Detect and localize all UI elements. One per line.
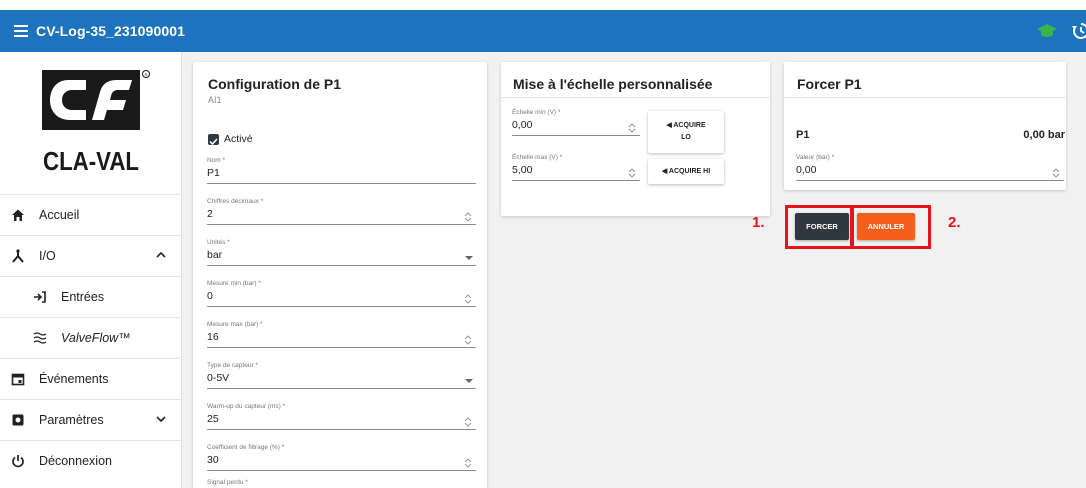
spinner-icon[interactable] <box>464 212 472 222</box>
field-label: Mesure min (bar) * <box>207 280 261 287</box>
spinner-icon[interactable] <box>628 168 636 178</box>
field-label: Échelle max (V) * <box>512 154 563 161</box>
waves-icon <box>33 332 47 344</box>
signal-lost-field[interactable]: Signal perdu * <box>207 479 476 488</box>
field-value: 0,00 <box>512 119 533 131</box>
sidebar-item-label: I/O <box>39 249 56 263</box>
sidebar-item-entrees[interactable]: Entrées <box>0 276 182 317</box>
field-value: P1 <box>207 167 220 179</box>
field-label: Nom * <box>207 157 226 164</box>
sidebar-item-io[interactable]: I/O <box>0 235 182 276</box>
annotation-label-1: 1. <box>752 214 765 231</box>
graduation-cap-icon[interactable] <box>1036 23 1058 39</box>
sidebar-item-label: Événements <box>39 372 109 386</box>
field-label: Coefficient de filtrage (%) * <box>207 444 285 451</box>
acquire-hi-label: ◀ ACQUIRE HI <box>661 167 711 175</box>
history-icon[interactable] <box>1072 22 1086 40</box>
sidebar-item-parametres[interactable]: Paramètres <box>0 399 182 440</box>
spinner-icon[interactable] <box>464 294 472 304</box>
annotation-box-1 <box>785 205 853 249</box>
field-label: Signal perdu * <box>207 479 248 486</box>
field-label: Chiffres décimaux * <box>207 198 264 205</box>
acquire-lo-button[interactable]: ◀ ACQUIRE LO <box>648 111 724 153</box>
annotation-label-2: 2. <box>948 214 961 231</box>
force-value-field[interactable]: Valeur (bar) * 0,00 <box>796 154 1064 181</box>
filter-coefficient-field[interactable]: Coefficient de filtrage (%) * 30 <box>207 444 476 471</box>
force-title: Forcer P1 <box>797 76 862 92</box>
svg-text:R: R <box>145 72 148 77</box>
field-label: Unités * <box>207 239 230 246</box>
warmup-field[interactable]: Warm-up du capteur (ms) * 25 <box>207 403 476 430</box>
decimals-field[interactable]: Chiffres décimaux * 2 <box>207 198 476 225</box>
sidebar-item-deconnexion[interactable]: Déconnexion <box>0 440 182 481</box>
chevron-down-icon[interactable] <box>156 414 166 424</box>
field-label: Warm-up du capteur (ms) * <box>207 403 286 410</box>
scaling-title: Mise à l'échelle personnalisée <box>513 76 713 92</box>
power-icon <box>12 455 24 468</box>
sidebar-item-valveflow[interactable]: ValveFlow™ <box>0 317 182 358</box>
config-title: Configuration de P1 <box>208 76 341 92</box>
logo-text: CLA-VAL <box>43 146 139 176</box>
spinner-icon[interactable] <box>464 335 472 345</box>
field-label: Mesure max (bar) * <box>207 321 263 328</box>
field-value: 16 <box>207 331 219 343</box>
sidebar-item-accueil[interactable]: Accueil <box>0 194 182 235</box>
field-value: 0-5V <box>207 372 230 384</box>
app-bar-actions <box>1036 10 1086 52</box>
home-icon <box>12 209 24 221</box>
field-value: 0,00 <box>796 164 817 176</box>
spinner-icon[interactable] <box>464 417 472 427</box>
sidebar-item-label: Déconnexion <box>39 454 112 468</box>
sidebar-item-label: Entrées <box>61 290 105 304</box>
spinner-icon[interactable] <box>628 123 636 133</box>
sidebar: R CLA-VAL Accueil I/O Entrées ValveFlow™… <box>0 52 182 488</box>
acquire-lo-label-line2: LO <box>681 134 691 141</box>
field-value: 25 <box>207 413 219 425</box>
sidebar-item-label: ValveFlow™ <box>61 331 131 345</box>
app-title: CV-Log-35_231090001 <box>36 23 185 39</box>
force-reading: 0,00 bar <box>1023 129 1065 141</box>
divider <box>501 97 770 98</box>
name-field[interactable]: Nom * P1 <box>207 157 476 184</box>
check-icon <box>209 138 218 146</box>
acquire-lo-label-line1: ◀ ACQUIRE <box>666 122 706 129</box>
field-value: bar <box>207 249 223 261</box>
field-label: Échelle min (V) * <box>512 109 561 116</box>
config-subtitle: AI1 <box>208 95 222 105</box>
field-value: 0 <box>207 290 213 302</box>
max-measure-field[interactable]: Mesure max (bar) * 16 <box>207 321 476 348</box>
sidebar-item-label: Accueil <box>39 208 80 222</box>
calendar-icon <box>11 373 25 386</box>
hamburger-menu-icon[interactable] <box>14 25 28 37</box>
sensor-type-select[interactable]: Type de capteur * 0-5V <box>207 362 476 389</box>
field-value: 30 <box>207 454 219 466</box>
divider <box>784 97 1066 98</box>
scale-min-field[interactable]: Échelle min (V) * 0,00 <box>512 109 640 136</box>
force-channel: P1 <box>796 129 810 141</box>
main-area: R CLA-VAL Accueil I/O Entrées ValveFlow™… <box>0 52 1086 488</box>
field-value: 2 <box>207 208 213 220</box>
dropdown-arrow-icon[interactable] <box>465 256 473 260</box>
annotation-box-2 <box>851 205 931 249</box>
enabled-checkbox[interactable] <box>208 134 219 146</box>
cla-val-logo: R CLA-VAL <box>42 70 150 176</box>
app-bar: CV-Log-35_231090001 <box>0 10 1086 52</box>
min-measure-field[interactable]: Mesure min (bar) * 0 <box>207 280 476 307</box>
enabled-label: Activé <box>224 133 253 145</box>
spinner-icon[interactable] <box>1052 168 1060 178</box>
units-select[interactable]: Unités * bar <box>207 239 476 266</box>
settings-icon <box>12 414 24 426</box>
field-label: Type de capteur * <box>207 362 258 369</box>
spinner-icon[interactable] <box>464 458 472 468</box>
field-label: Valeur (bar) * <box>796 154 835 161</box>
acquire-hi-button[interactable]: ◀ ACQUIRE HI <box>648 159 724 184</box>
dropdown-arrow-icon[interactable] <box>465 379 473 383</box>
sidebar-item-evenements[interactable]: Événements <box>0 358 182 399</box>
field-value: 5,00 <box>512 164 533 176</box>
chevron-up-icon[interactable] <box>156 250 166 260</box>
scale-max-field[interactable]: Échelle max (V) * 5,00 <box>512 154 640 181</box>
input-icon <box>34 291 46 303</box>
io-icon <box>12 249 24 263</box>
sidebar-item-label: Paramètres <box>39 413 104 427</box>
